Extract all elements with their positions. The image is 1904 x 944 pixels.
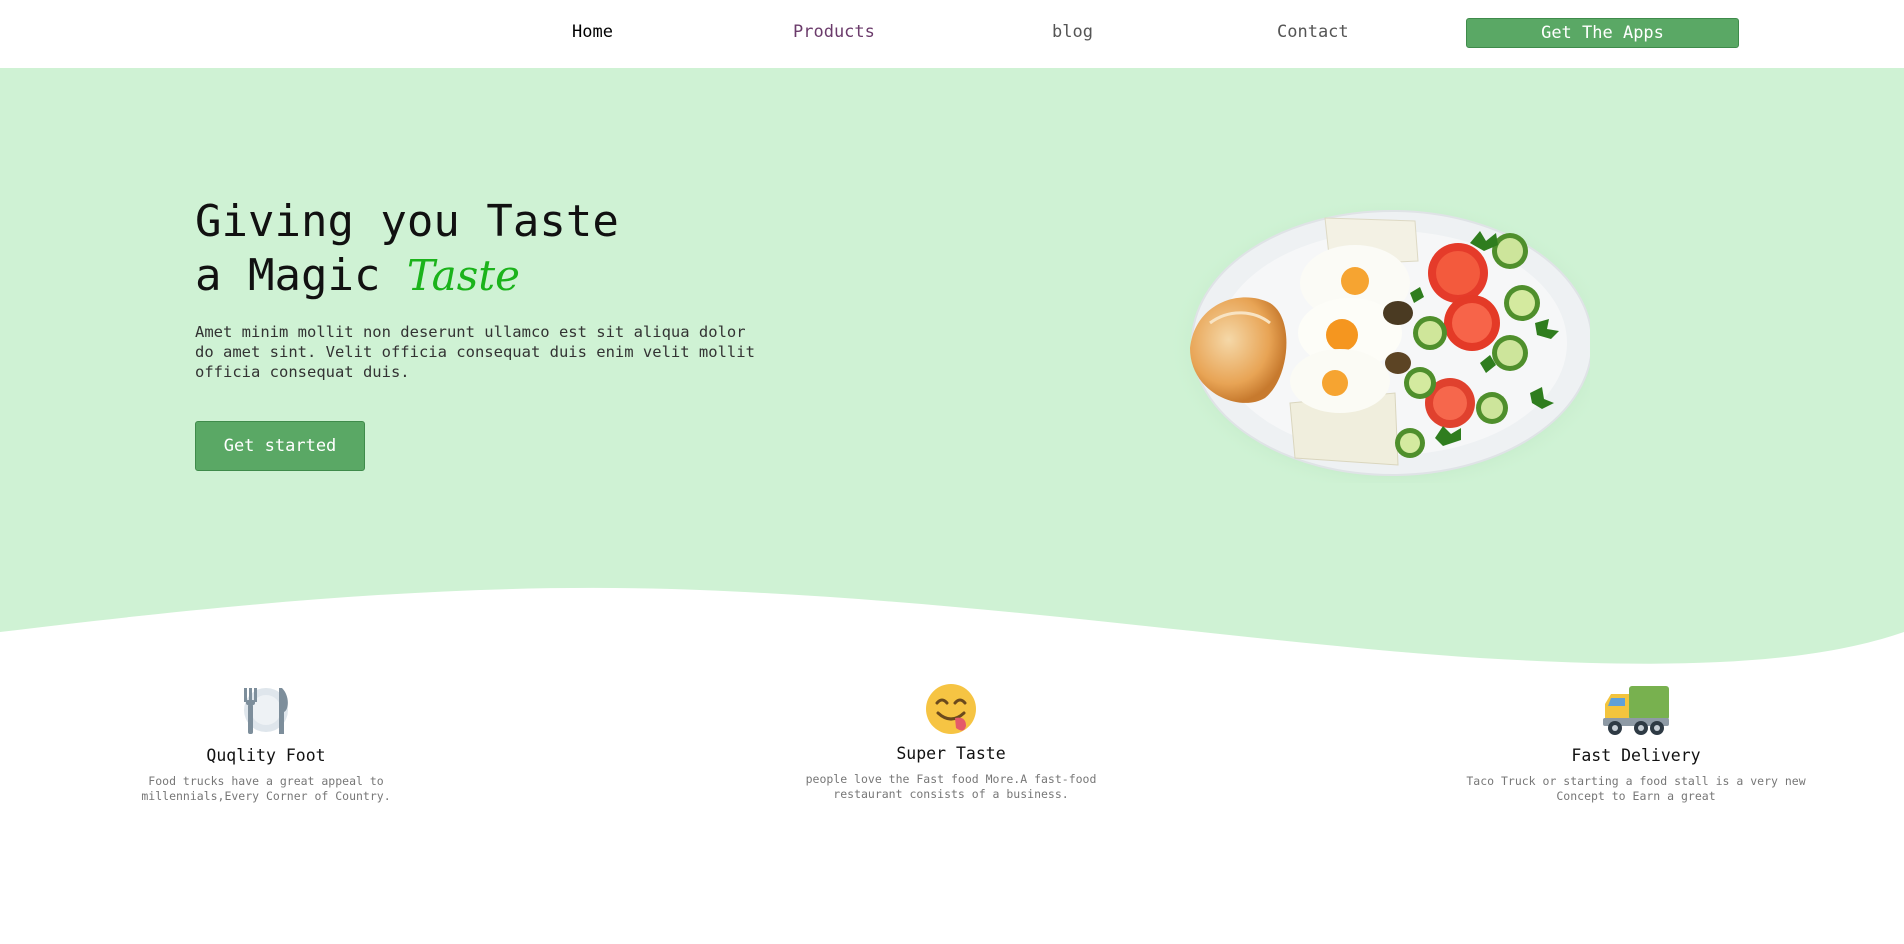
feature-title: Super Taste <box>896 744 1006 763</box>
top-navbar: Home Products blog Contact Get The Apps <box>0 0 1904 68</box>
hero-section: Giving you Taste a Magic Taste Amet mini… <box>0 68 1904 688</box>
nav-link-contact[interactable]: Contact <box>1277 22 1349 42</box>
hero-title-line1: Giving you Taste <box>195 196 619 247</box>
nav-link-products[interactable]: Products <box>793 22 875 42</box>
feature-title: Quqlity Foot <box>206 746 326 765</box>
feature-description: Taco Truck or starting a food stall is a… <box>1466 774 1806 803</box>
nav-link-blog[interactable]: blog <box>1052 22 1093 42</box>
get-started-button[interactable]: Get started <box>195 421 365 471</box>
hero-title: Giving you Taste a Magic Taste <box>195 195 619 303</box>
get-the-apps-button[interactable]: Get The Apps <box>1466 18 1739 48</box>
delivery-truck-icon <box>1603 686 1669 735</box>
feature-card-delivery: Fast Delivery Taco Truck or starting a f… <box>1456 682 1816 804</box>
hero-description: Amet minim mollit non deserunt ullamco e… <box>195 323 755 381</box>
food-plate-image <box>1170 203 1590 483</box>
feature-card-taste: Super Taste people love the Fast food Mo… <box>771 682 1131 802</box>
fork-knife-plate-icon <box>244 688 288 734</box>
nav-link-home[interactable]: Home <box>572 22 613 42</box>
feature-card-quality: Quqlity Foot Food trucks have a great ap… <box>86 682 446 804</box>
hero-title-line2-prefix: a Magic <box>195 250 407 301</box>
feature-description: people love the Fast food More.A fast-fo… <box>805 772 1097 801</box>
feature-title: Fast Delivery <box>1571 746 1701 765</box>
feature-description: Food trucks have a great appeal to mille… <box>141 774 391 803</box>
yum-face-icon <box>926 684 976 734</box>
hero-title-accent: Taste <box>406 251 521 300</box>
